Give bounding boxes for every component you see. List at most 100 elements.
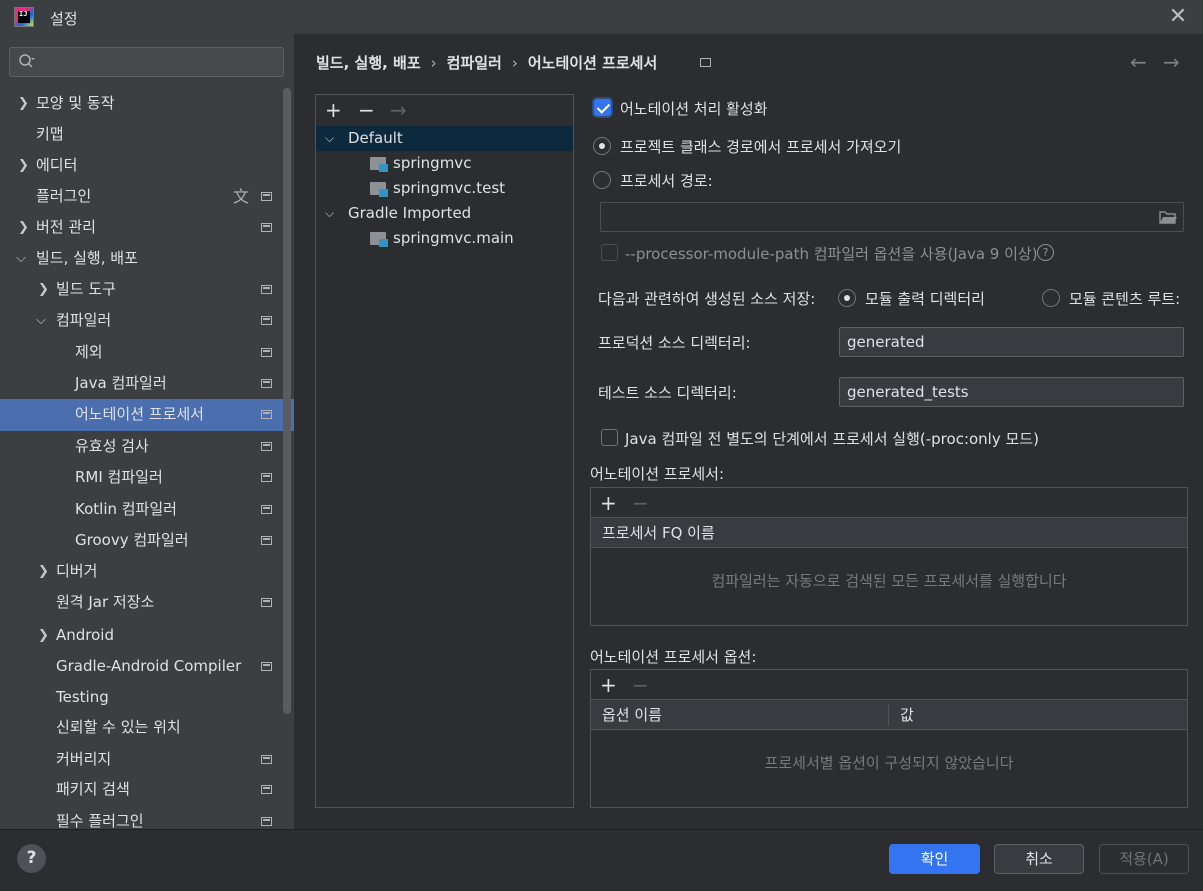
ok-button[interactable]: 확인 — [889, 844, 980, 874]
page-icon — [261, 223, 272, 232]
sidebar-scrollbar[interactable] — [283, 88, 291, 714]
sidebar-item-package-search[interactable]: 패키지 검색 — [0, 774, 294, 805]
chevron-right-icon[interactable]: ❯ — [18, 150, 32, 181]
module-content-root-radio[interactable] — [1042, 289, 1060, 307]
annotation-processors-title: 어노테이션 프로세서: — [590, 465, 725, 483]
production-sources-dir-input[interactable]: generated — [839, 327, 1184, 357]
processor-module-path-label: --processor-module-path 컴파일러 옵션을 사용(Java… — [625, 245, 1038, 263]
page-icon — [261, 285, 272, 294]
page-icon — [261, 192, 272, 201]
move-profile-button[interactable]: → — [390, 100, 407, 120]
profiles-panel: + − → ⌵ Default springmvc springmvc.test… — [315, 94, 574, 808]
column-divider[interactable] — [888, 704, 889, 726]
chevron-right-icon[interactable]: ❯ — [38, 620, 52, 651]
back-arrow-icon[interactable]: ← — [1130, 50, 1147, 74]
chevron-down-icon[interactable]: ⌵ — [325, 201, 334, 226]
obtain-from-classpath-label: 프로젝트 클래스 경로에서 프로세서 가져오기 — [620, 138, 902, 156]
forward-arrow-icon[interactable]: → — [1163, 50, 1180, 74]
sidebar-item-build-execution-deployment[interactable]: ⌵ 빌드, 실행, 배포 — [0, 243, 294, 274]
help-button[interactable]: ? — [17, 844, 46, 873]
chevron-down-icon[interactable]: ⌵ — [36, 305, 50, 336]
sidebar-item-kotlin-compiler[interactable]: Kotlin 컴파일러 — [0, 494, 294, 525]
table-header: 프로세서 FQ 이름 — [591, 518, 1187, 548]
add-processor-button[interactable]: + — [600, 493, 617, 513]
module-springmvc-test[interactable]: springmvc.test — [316, 176, 573, 201]
add-profile-button[interactable]: + — [325, 100, 342, 120]
obtain-from-classpath-radio[interactable] — [593, 137, 611, 155]
chevron-right-icon[interactable]: ❯ — [38, 274, 52, 305]
page-icon — [261, 536, 272, 545]
help-icon[interactable]: ? — [1037, 244, 1054, 261]
chevron-right-icon[interactable]: ❯ — [18, 212, 32, 243]
profile-gradle-imported[interactable]: ⌵ Gradle Imported — [316, 201, 573, 226]
close-icon[interactable]: ✕ — [1166, 5, 1190, 29]
sidebar-item-version-control[interactable]: ❯ 버전 관리 — [0, 212, 294, 243]
chevron-right-icon[interactable]: ❯ — [18, 88, 32, 119]
column-header-value[interactable]: 값 — [900, 700, 914, 730]
breadcrumb-item[interactable]: 빌드, 실행, 배포 — [316, 52, 421, 73]
search-icon — [19, 54, 35, 68]
column-header-processor-fq-name[interactable]: 프로세서 FQ 이름 — [602, 518, 715, 548]
sidebar-item-java-compiler[interactable]: Java 컴파일러 — [0, 368, 294, 399]
sidebar-item-gradle-android-compiler[interactable]: Gradle-Android Compiler — [0, 651, 294, 682]
module-output-radio[interactable] — [838, 289, 856, 307]
sidebar-item-coverage[interactable]: 커버리지 — [0, 744, 294, 775]
page-icon — [261, 817, 272, 826]
apply-button[interactable]: 적용(A) — [1099, 844, 1189, 874]
breadcrumb-separator: › — [430, 54, 437, 72]
chevron-right-icon[interactable]: ❯ — [38, 556, 52, 587]
intellij-app-icon: IJ — [14, 7, 34, 27]
module-content-root-label: 모듈 콘텐츠 루트: — [1069, 290, 1181, 308]
sidebar-item-annotation-processors[interactable]: 어노테이션 프로세서 — [0, 399, 294, 431]
sidebar-item-android[interactable]: ❯ Android — [0, 620, 294, 651]
cancel-button[interactable]: 취소 — [994, 844, 1084, 874]
page-icon — [261, 348, 272, 357]
sidebar-item-keymap[interactable]: 키맵 — [0, 119, 294, 150]
window-title: 설정 — [50, 10, 78, 28]
chevron-down-icon[interactable]: ⌵ — [16, 243, 30, 274]
run-separate-step-checkbox[interactable] — [601, 429, 618, 446]
column-header-option-name[interactable]: 옵션 이름 — [602, 700, 662, 730]
empty-state-text: 프로세서별 옵션이 구성되지 않았습니다 — [764, 754, 1014, 772]
processor-path-field[interactable] — [600, 202, 1184, 232]
sidebar-item-excludes[interactable]: 제외 — [0, 337, 294, 368]
sidebar-item-build-tools[interactable]: ❯ 빌드 도구 — [0, 274, 294, 305]
empty-state-text: 컴파일러는 자동으로 검색된 모든 프로세서를 실행합니다 — [711, 572, 1067, 590]
sidebar-item-testing[interactable]: Testing — [0, 682, 294, 713]
test-sources-dir-label: 테스트 소스 디렉터리: — [598, 384, 737, 402]
sidebar-item-required-plugins[interactable]: 필수 플러그인 — [0, 806, 294, 829]
add-option-button[interactable]: + — [600, 675, 617, 695]
search-input[interactable] — [9, 47, 284, 77]
sidebar-item-trusted-locations[interactable]: 신뢰할 수 있는 위치 — [0, 712, 294, 743]
processor-module-path-checkbox[interactable] — [601, 244, 618, 261]
profile-default[interactable]: ⌵ Default — [316, 126, 573, 151]
enable-annotation-processing-checkbox[interactable] — [594, 99, 611, 116]
sidebar-item-validation[interactable]: 유효성 검사 — [0, 431, 294, 462]
folder-open-icon[interactable] — [1159, 210, 1177, 224]
table-header: 옵션 이름 값 — [591, 700, 1187, 730]
sidebar-item-remote-jar-repositories[interactable]: 원격 Jar 저장소 — [0, 587, 294, 618]
module-springmvc[interactable]: springmvc — [316, 151, 573, 176]
module-folder-icon — [370, 157, 388, 172]
production-sources-dir-label: 프로덕션 소스 디렉터리: — [598, 334, 751, 352]
translate-icon: 文 — [233, 187, 250, 206]
processor-path-radio[interactable] — [593, 171, 611, 189]
sidebar-item-debugger[interactable]: ❯ 디버거 — [0, 556, 294, 587]
breadcrumb-item[interactable]: 컴파일러 — [447, 52, 502, 73]
sidebar-item-plugins[interactable]: 플러그인 文 — [0, 181, 294, 212]
chevron-down-icon[interactable]: ⌵ — [325, 126, 334, 151]
sidebar-item-appearance[interactable]: ❯ 모양 및 동작 — [0, 88, 294, 119]
sidebar-item-rmi-compiler[interactable]: RMI 컴파일러 — [0, 462, 294, 493]
module-springmvc-main[interactable]: springmvc.main — [316, 226, 573, 251]
sidebar-item-groovy-compiler[interactable]: Groovy 컴파일러 — [0, 525, 294, 556]
sidebar-item-compiler[interactable]: ⌵ 컴파일러 — [0, 305, 294, 336]
remove-processor-button[interactable]: − — [632, 493, 649, 513]
sidebar-item-editor[interactable]: ❯ 에디터 — [0, 150, 294, 181]
breadcrumb: 빌드, 실행, 배포 › 컴파일러 › 어노테이션 프로세서 — [316, 52, 657, 74]
remove-profile-button[interactable]: − — [358, 100, 375, 120]
page-icon — [261, 316, 272, 325]
test-sources-dir-input[interactable]: generated_tests — [839, 377, 1184, 407]
table-toolbar: + − — [591, 670, 1187, 700]
remove-option-button[interactable]: − — [632, 675, 649, 695]
page-icon — [700, 58, 711, 67]
